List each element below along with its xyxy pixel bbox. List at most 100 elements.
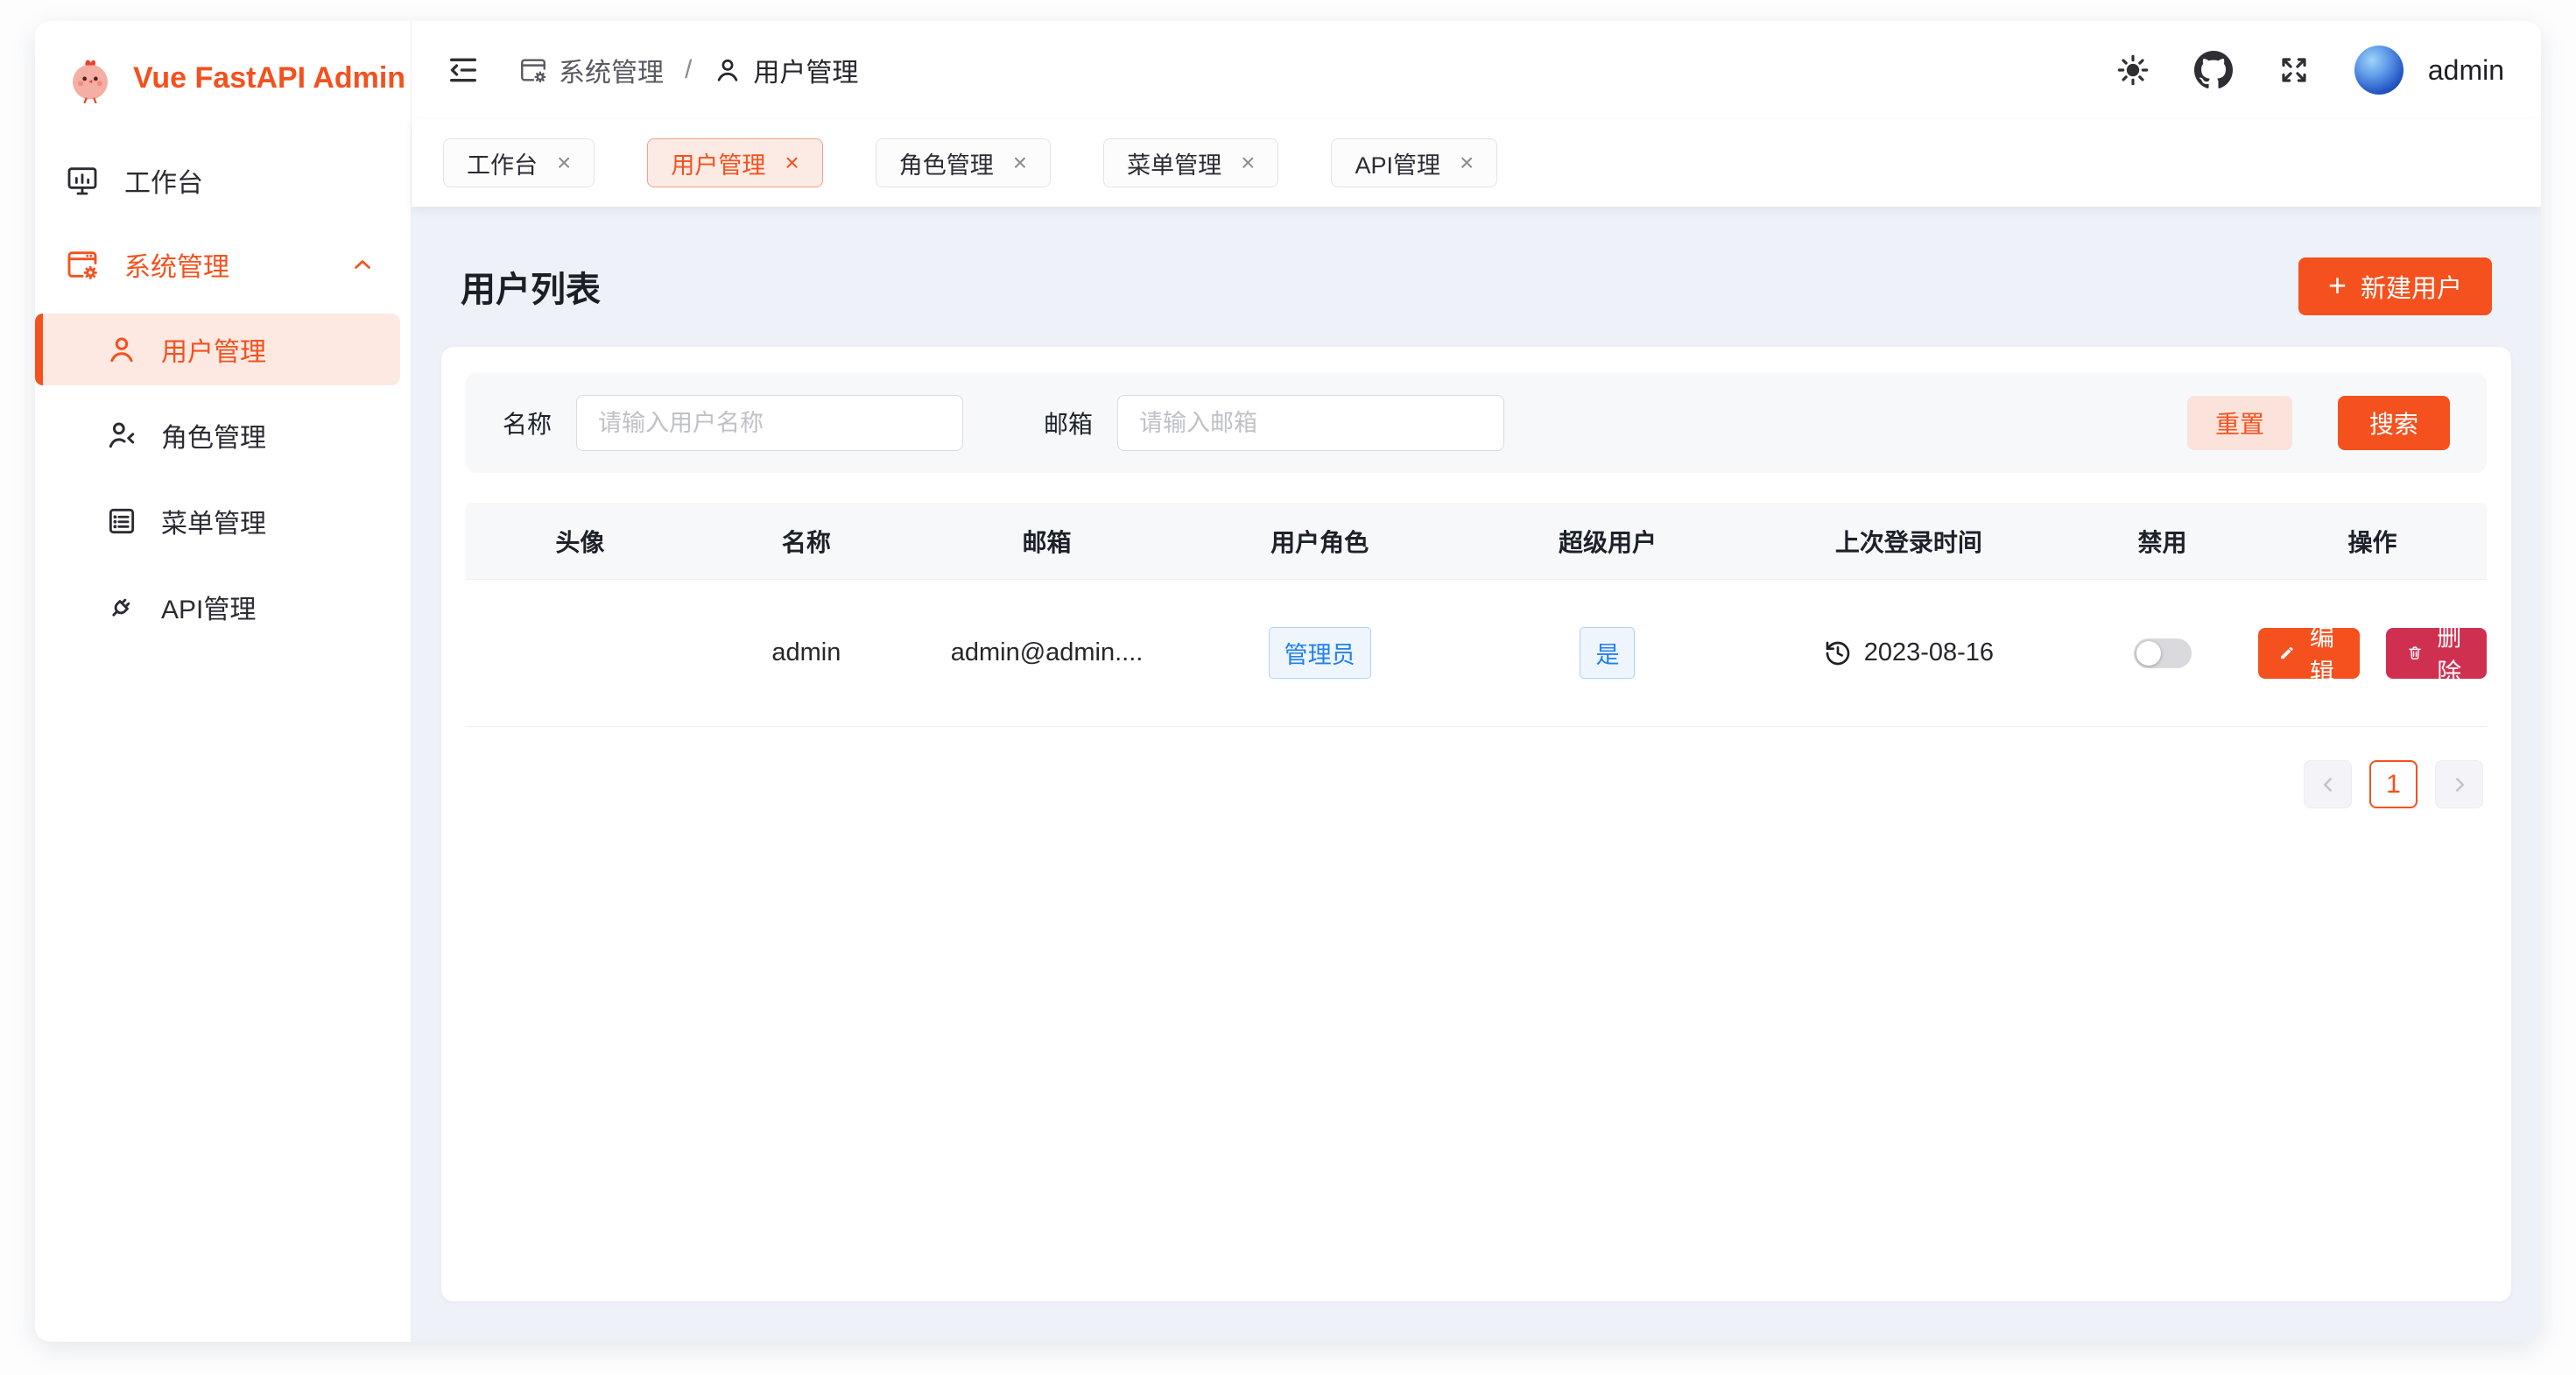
name-filter-label: 名称	[503, 405, 552, 441]
plus-icon: +	[2328, 270, 2347, 301]
tab-label: 菜单管理	[1127, 146, 1221, 180]
trash-icon	[2407, 641, 2423, 665]
column-actions: 操作	[2258, 524, 2487, 559]
main-area: 系统管理 / 用户管理	[412, 21, 2541, 1342]
tab-close-icon[interactable]: ×	[557, 151, 571, 175]
sidebar-item-label: API管理	[161, 588, 256, 626]
edit-button[interactable]: 编辑	[2258, 628, 2359, 679]
breadcrumb-label: 用户管理	[753, 51, 858, 89]
column-superuser: 超级用户	[1464, 524, 1751, 559]
sidebar-item-workbench[interactable]: 工作台	[35, 145, 411, 215]
tab-label: 用户管理	[671, 146, 765, 180]
tab-workbench[interactable]: 工作台 ×	[443, 138, 595, 187]
tab-close-icon[interactable]: ×	[785, 151, 799, 175]
chick-logo-icon	[65, 53, 116, 103]
breadcrumb: 系统管理 / 用户管理	[518, 51, 858, 89]
sidebar-item-label: 系统管理	[124, 245, 229, 284]
last-login-value: 2023-08-16	[1864, 638, 1994, 667]
page-number-1[interactable]: 1	[2369, 760, 2418, 808]
superuser-tag: 是	[1580, 627, 1635, 679]
column-email: 邮箱	[918, 524, 1175, 559]
tab-api-management[interactable]: API管理 ×	[1331, 138, 1497, 187]
plug-icon	[105, 590, 138, 624]
sidebar-item-user-management[interactable]: 用户管理	[35, 314, 400, 385]
breadcrumb-separator: /	[685, 55, 692, 85]
tab-label: 工作台	[467, 146, 538, 180]
sidebar-menu: 工作台 系统管理	[35, 145, 411, 643]
menu-list-icon	[105, 504, 138, 538]
window-gear-icon	[518, 55, 548, 85]
chevron-right-icon	[2448, 773, 2471, 796]
search-button[interactable]: 搜索	[2338, 396, 2450, 450]
content-area: 用户列表 + 新建用户 名称 邮箱 重置 搜索	[412, 207, 2541, 1342]
brand[interactable]: Vue FastAPI Admin	[35, 21, 411, 103]
top-bar: 系统管理 / 用户管理	[412, 21, 2541, 119]
page-header: 用户列表 + 新建用户	[441, 238, 2511, 335]
sidebar-item-system-management[interactable]: 系统管理	[35, 229, 411, 300]
next-page-button[interactable]	[2435, 760, 2483, 808]
column-last-login: 上次登录时间	[1751, 524, 2066, 559]
cell-superuser: 是	[1464, 627, 1751, 679]
user-table: 头像 名称 邮箱 用户角色 超级用户 上次登录时间 禁用 操作 admin ad…	[466, 503, 2487, 727]
sidebar-item-role-management[interactable]: 角色管理	[35, 399, 400, 471]
github-icon[interactable]	[2193, 50, 2234, 90]
sidebar-item-api-management[interactable]: API管理	[35, 571, 400, 643]
tab-strip: 工作台 × 用户管理 × 角色管理 × 菜单管理 × API管理 ×	[412, 119, 2541, 207]
cell-email: admin@admin....	[918, 638, 1175, 667]
email-filter-label: 邮箱	[1044, 405, 1093, 441]
disabled-toggle[interactable]	[2134, 638, 2192, 668]
user-avatar[interactable]	[2354, 46, 2404, 95]
history-clock-icon	[1824, 639, 1852, 667]
chevron-left-icon	[2317, 773, 2340, 796]
user-icon	[713, 55, 743, 85]
username[interactable]: admin	[2428, 54, 2504, 87]
tab-label: 角色管理	[899, 146, 994, 180]
tab-close-icon[interactable]: ×	[1460, 151, 1474, 175]
chevron-up-icon	[349, 251, 376, 278]
cell-disabled	[2066, 638, 2258, 668]
column-disabled: 禁用	[2066, 524, 2258, 559]
window-gear-icon	[65, 247, 100, 282]
theme-toggle-icon[interactable]	[2113, 50, 2153, 90]
email-filter-input[interactable]	[1117, 395, 1504, 451]
sidebar-item-menu-management[interactable]: 菜单管理	[35, 485, 400, 557]
toggle-knob	[2136, 641, 2161, 666]
user-icon	[105, 333, 138, 366]
new-user-button[interactable]: + 新建用户	[2298, 257, 2492, 315]
filter-bar: 名称 邮箱 重置 搜索	[466, 373, 2487, 473]
tab-close-icon[interactable]: ×	[1013, 151, 1027, 175]
user-role-icon	[105, 419, 138, 452]
cell-name: admin	[694, 638, 918, 667]
monitor-icon	[65, 163, 100, 198]
table-row: admin admin@admin.... 管理员 是	[466, 580, 2487, 727]
pencil-icon	[2279, 641, 2295, 665]
brand-title: Vue FastAPI Admin	[133, 61, 405, 95]
name-filter-input[interactable]	[576, 395, 963, 451]
tab-close-icon[interactable]: ×	[1241, 151, 1255, 175]
reset-button[interactable]: 重置	[2187, 396, 2292, 450]
breadcrumb-system-management[interactable]: 系统管理	[518, 51, 664, 89]
sidebar-item-label: 菜单管理	[161, 502, 266, 540]
tab-label: API管理	[1355, 146, 1440, 180]
app-window: Vue FastAPI Admin 工作台 系统管理	[35, 21, 2541, 1342]
user-list-card: 名称 邮箱 重置 搜索 头像 名称 邮箱 用户角色 超级用户	[441, 347, 2511, 1301]
breadcrumb-user-management[interactable]: 用户管理	[713, 51, 858, 89]
pagination: 1	[466, 760, 2487, 808]
cell-last-login: 2023-08-16	[1751, 638, 2066, 667]
delete-button[interactable]: 删除	[2386, 628, 2487, 679]
column-name: 名称	[694, 524, 918, 559]
fullscreen-icon[interactable]	[2274, 50, 2314, 90]
tab-user-management[interactable]: 用户管理 ×	[647, 138, 822, 187]
prev-page-button[interactable]	[2304, 760, 2352, 808]
sidebar-item-label: 工作台	[124, 161, 203, 200]
sidebar-item-label: 角色管理	[161, 416, 266, 455]
tab-role-management[interactable]: 角色管理 ×	[876, 138, 1051, 187]
tab-menu-management[interactable]: 菜单管理 ×	[1103, 138, 1278, 187]
sidebar: Vue FastAPI Admin 工作台 系统管理	[35, 21, 412, 1342]
role-tag: 管理员	[1269, 627, 1371, 679]
breadcrumb-label: 系统管理	[559, 51, 664, 89]
table-header-row: 头像 名称 邮箱 用户角色 超级用户 上次登录时间 禁用 操作	[466, 503, 2487, 580]
column-role: 用户角色	[1175, 524, 1464, 559]
sidebar-collapse-icon[interactable]	[443, 50, 483, 90]
cell-role: 管理员	[1175, 627, 1464, 679]
